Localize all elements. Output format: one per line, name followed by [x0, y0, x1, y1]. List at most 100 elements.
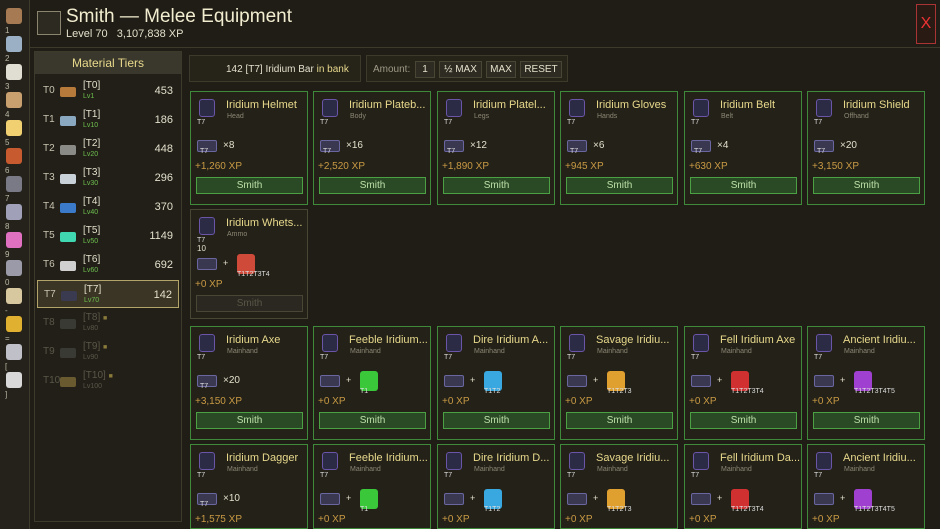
plus-sign: +	[717, 375, 723, 385]
smith-button[interactable]: Smith	[443, 177, 550, 194]
recipe-card: T7 Savage Iridiu... Mainhand + T1T2T3 +0 XP	[560, 444, 678, 529]
lock-icon: ■	[108, 373, 113, 380]
tier-row[interactable]: T4 [T4] Lv40 370	[37, 193, 179, 221]
tier-level: Lv1	[83, 93, 95, 100]
tier-row[interactable]: T2 [T2] Lv20 448	[37, 135, 179, 163]
xp-reward: +0 XP	[689, 514, 717, 525]
item-slot: Legs	[474, 113, 490, 120]
sidebar-item[interactable]: ]	[3, 369, 27, 399]
xp-reward: +0 XP	[442, 514, 470, 525]
tier-count: 296	[154, 172, 173, 184]
sidebar-item[interactable]: -	[3, 285, 27, 315]
shop-icon	[6, 288, 22, 304]
sidebar-item[interactable]: 4	[3, 89, 27, 119]
bank-info: 142 [T7] Iridium Bar in bank	[189, 55, 361, 82]
recipe-card: T7 Iridium Whets... Ammo 10 + T1T2T3T4 +0 XP Sm…	[190, 209, 308, 319]
sidebar-item[interactable]: [	[3, 341, 27, 371]
tier-code: T7	[44, 289, 56, 300]
sidebar-item[interactable]: 9	[3, 229, 27, 259]
ingredients: T7 ×20	[812, 136, 922, 156]
bar-icon	[57, 83, 79, 99]
smith-button[interactable]: Smith	[196, 412, 303, 429]
sidebar-item[interactable]: 2	[3, 33, 27, 63]
half-max-button[interactable]: ½ MAX	[439, 61, 482, 78]
item-slot: Ammo	[227, 231, 248, 238]
sidebar-item[interactable]: 6	[3, 145, 27, 175]
sidebar-item[interactable]: 7	[3, 173, 27, 203]
iridium-bar-icon: T7	[197, 493, 217, 508]
tier-code: T5	[43, 230, 55, 241]
recipe-card: T7 Feeble Iridium... Mainhand + T1 +0 XP Smith	[313, 326, 431, 440]
tier-row[interactable]: T5 [T5] Lv50 1149	[37, 222, 179, 250]
smith-button[interactable]: Smith	[566, 177, 673, 194]
tier-count: 448	[154, 143, 173, 155]
smith-button[interactable]: Smith	[196, 177, 303, 194]
sidebar-item[interactable]: 8	[3, 201, 27, 231]
equipment-icon: T7	[689, 96, 711, 126]
gem-icon	[6, 232, 22, 248]
tier-name: [T10] ■	[83, 370, 113, 381]
smith-button[interactable]: Smith	[690, 412, 797, 429]
item-name: Iridium Helmet	[226, 99, 297, 111]
item-name: Feeble Iridium...	[349, 452, 428, 464]
tier-row[interactable]: T0 [T0] Lv1 453	[37, 77, 179, 105]
tier-row[interactable]: T7 [T7] Lv70 142	[37, 280, 179, 308]
tier-name: [T8] ■	[83, 312, 107, 323]
equipment-icon: T7	[812, 96, 834, 126]
item-name: Iridium Gloves	[596, 99, 667, 111]
equipment-icon: T7	[195, 331, 217, 361]
scroll-icon	[6, 92, 22, 108]
item-name: Iridium Axe	[226, 334, 281, 346]
tier-level: Lv90	[83, 354, 99, 361]
smith-button: Smith	[196, 295, 303, 312]
smith-button[interactable]: Smith	[443, 412, 550, 429]
amount-label: Amount:	[373, 64, 411, 75]
sidebar-item[interactable]: 0	[3, 257, 27, 287]
recipe-card: T7 Fell Iridium Da... Mainhand + T1T2T3T4 +0 …	[684, 444, 802, 529]
item-slot: Mainhand	[227, 466, 258, 473]
tier-row[interactable]: T3 [T3] Lv30 296	[37, 164, 179, 192]
item-name: Iridium Whets...	[226, 217, 303, 229]
tier-row[interactable]: T1 [T1] Lv10 186	[37, 106, 179, 134]
bank-text: 142 [T7] Iridium Bar in bank	[226, 64, 349, 75]
tier-count: 370	[154, 201, 173, 213]
ingredient-qty: ×16	[346, 140, 363, 151]
chest-icon	[6, 8, 22, 24]
item-slot: Body	[350, 113, 366, 120]
iridium-bar-icon	[567, 493, 587, 505]
smith-button[interactable]: Smith	[690, 177, 797, 194]
tier-level: Lv40	[83, 209, 99, 216]
item-name: Iridium Plateb...	[349, 99, 426, 111]
tier-name-text: [T1]	[83, 109, 101, 120]
ingredients: + T1T2	[442, 489, 552, 513]
ingredients: T7 ×10	[195, 489, 305, 509]
ingredients: + T1T2T3	[565, 489, 675, 513]
xp-reward: +1,260 XP	[195, 161, 242, 172]
max-button[interactable]: MAX	[486, 61, 516, 78]
smith-button[interactable]: Smith	[319, 177, 426, 194]
recipe-card: T7 Ancient Iridiu... Mainhand + T1T2T3T4T5 +0…	[807, 444, 925, 529]
xp-reward: +3,150 XP	[812, 161, 859, 172]
tier-code: T9	[43, 346, 55, 357]
sidebar-item[interactable]: 5	[3, 117, 27, 147]
smith-button[interactable]: Smith	[813, 177, 920, 194]
smith-button[interactable]: Smith	[319, 412, 426, 429]
gem-icon: T1	[360, 489, 378, 513]
tier-row[interactable]: T6 [T6] Lv60 692	[37, 251, 179, 279]
sidebar-item[interactable]: 1	[3, 5, 27, 35]
tier-level: Lv20	[83, 151, 99, 158]
tier-name: [T1]	[83, 109, 100, 120]
sidebar-item[interactable]: =	[3, 313, 27, 343]
bar-icon	[57, 344, 79, 360]
xp-reward: +0 XP	[689, 396, 717, 407]
smith-button[interactable]: Smith	[813, 412, 920, 429]
item-name: Ancient Iridiu...	[843, 452, 916, 464]
sidebar-item[interactable]: 3	[3, 61, 27, 91]
gem-icon: T1T2T3	[607, 371, 632, 395]
tier-name-text: [T10]	[83, 370, 106, 381]
smith-button[interactable]: Smith	[566, 412, 673, 429]
tier-name-text: [T6]	[83, 254, 101, 265]
close-button[interactable]: X	[916, 4, 936, 44]
reset-button[interactable]: RESET	[520, 61, 562, 78]
amount-input[interactable]: 1	[415, 61, 435, 78]
